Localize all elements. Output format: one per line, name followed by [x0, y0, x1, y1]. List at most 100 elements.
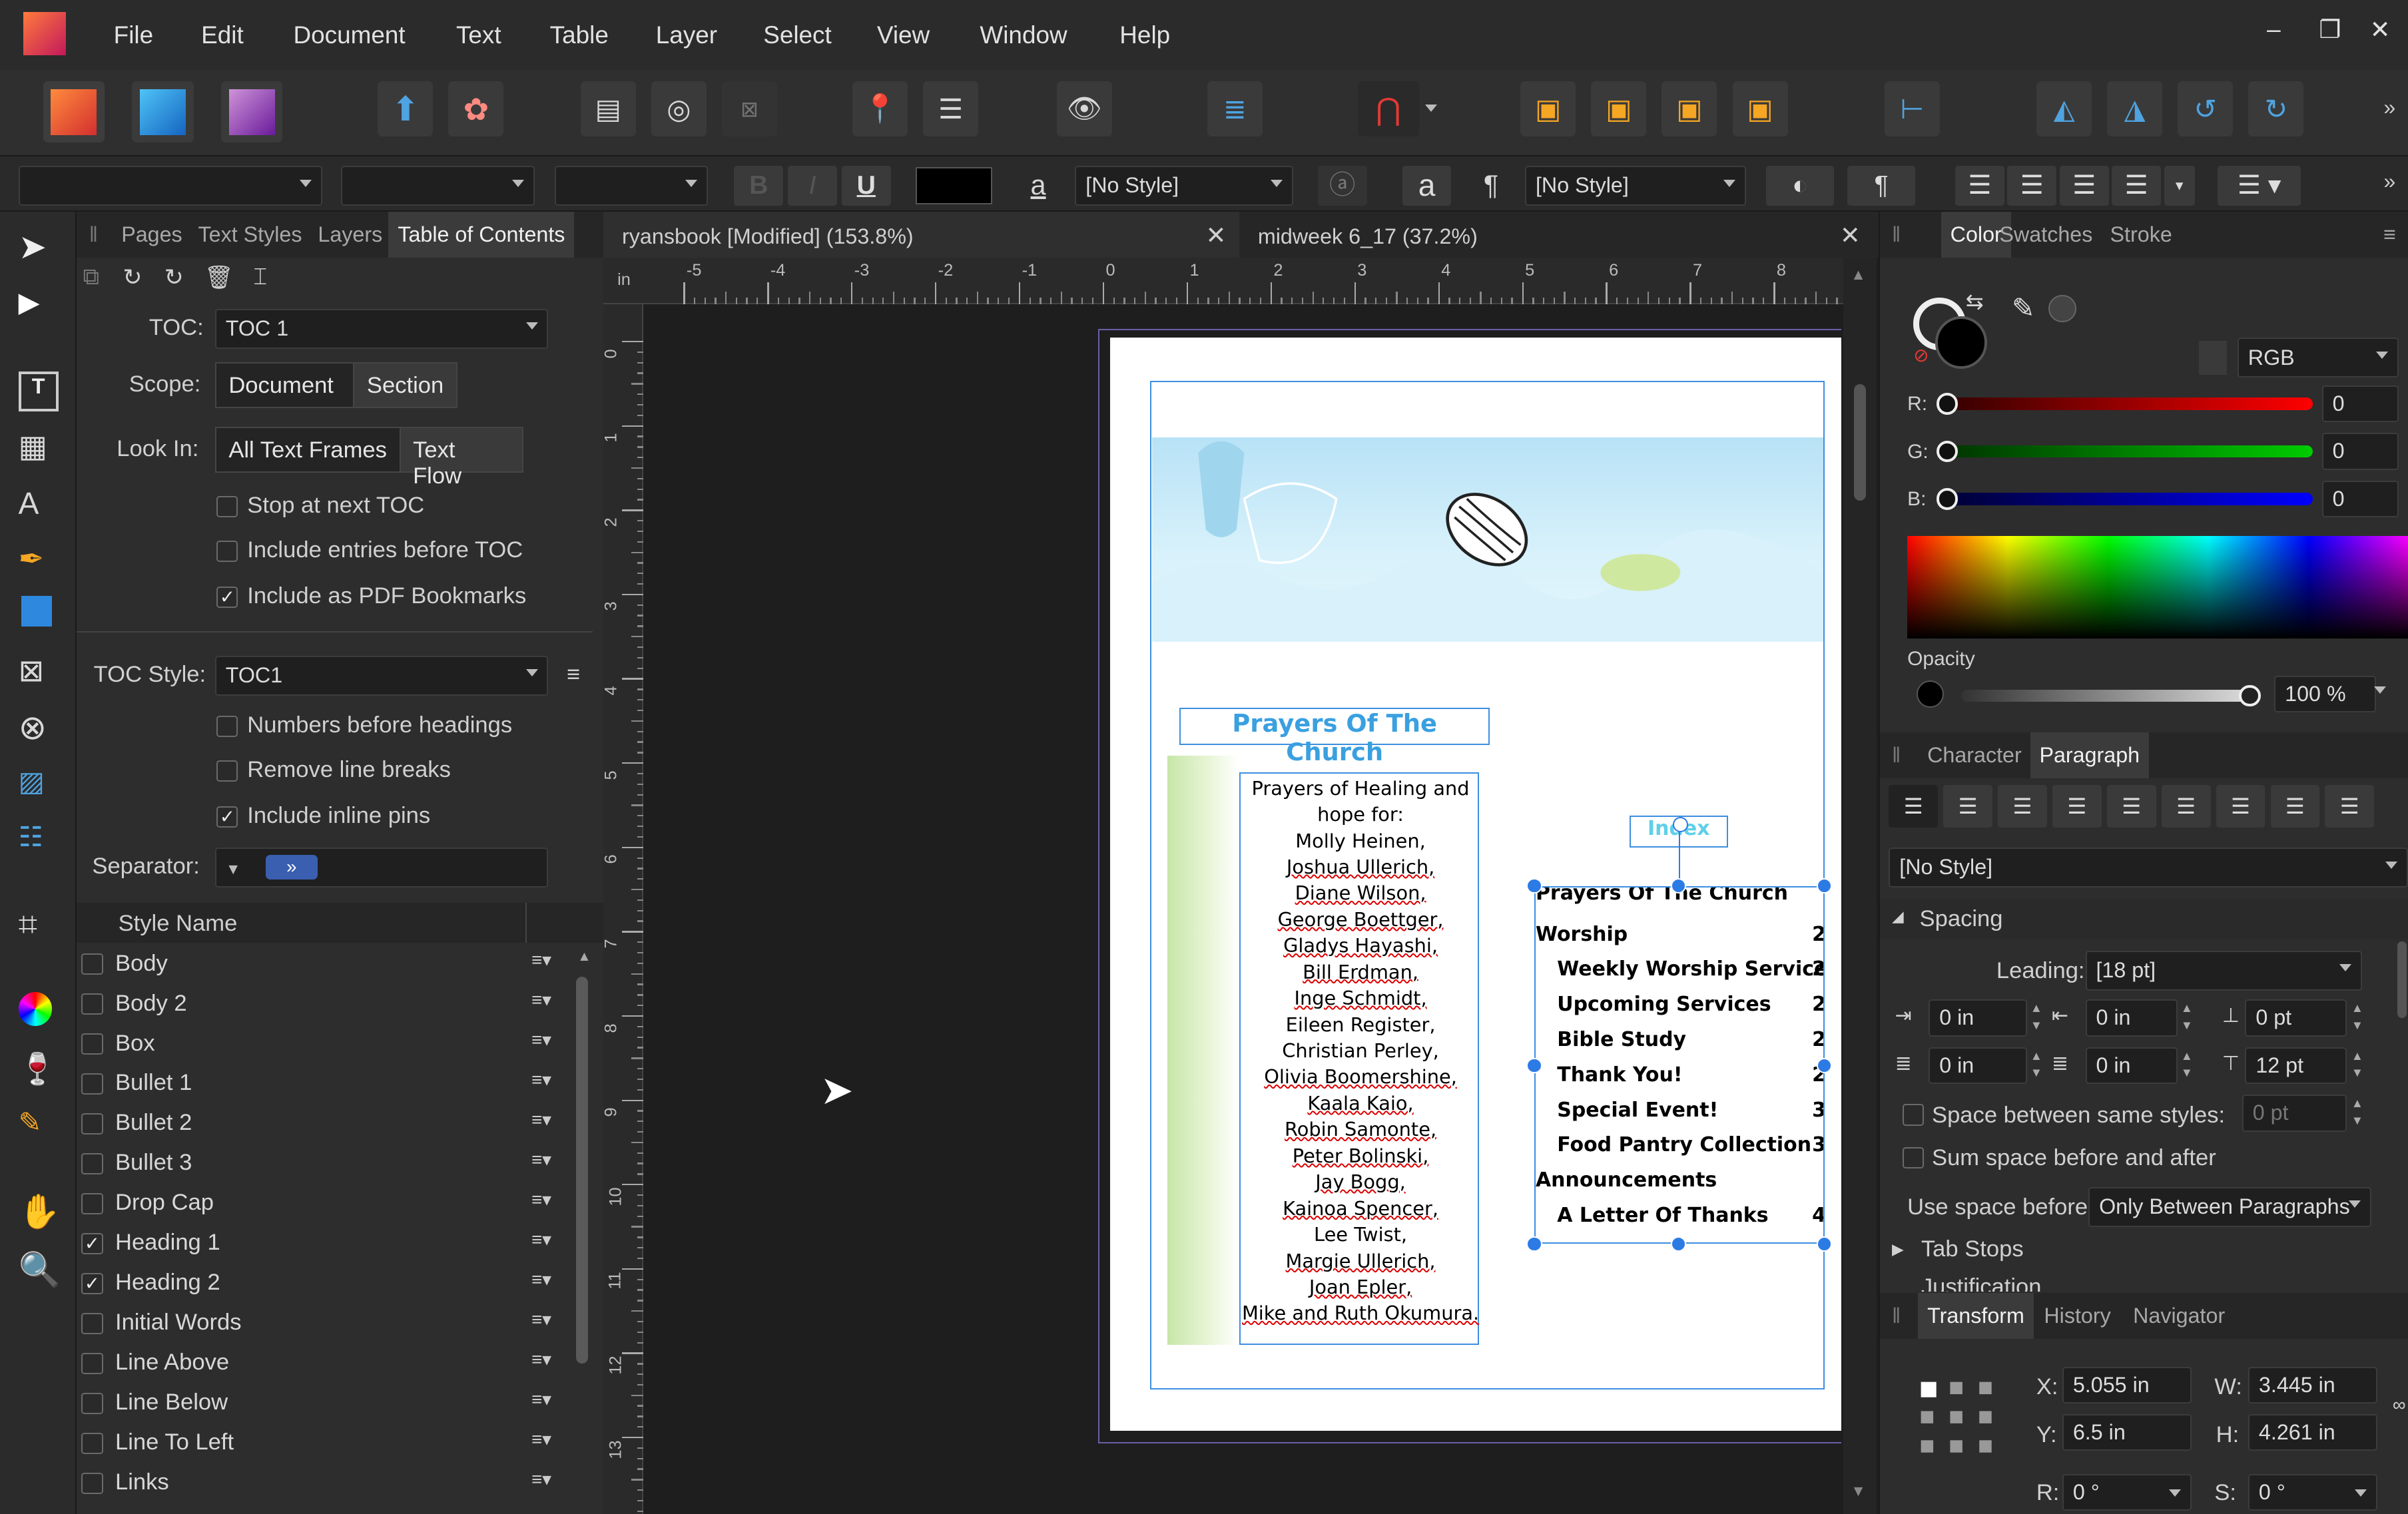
tab-navigator[interactable]: Navigator: [2133, 1304, 2225, 1328]
red-value[interactable]: 0: [2321, 385, 2399, 423]
eyedropper-icon[interactable]: ✎: [2012, 292, 2035, 324]
toc-entry[interactable]: Thank You!: [1557, 1063, 1682, 1087]
snapping-button[interactable]: ⋂: [1357, 81, 1420, 137]
width-field[interactable]: 3.445 in: [2248, 1366, 2377, 1403]
blue-value[interactable]: 0: [2321, 480, 2399, 518]
look-in-text-flow-button[interactable]: Text Flow: [399, 427, 524, 489]
style-menu-icon[interactable]: ≡▾: [531, 1388, 551, 1410]
horizontal-ruler[interactable]: in -5 -4 -3 -2 -1 0 1 2 3 4 5 6 7 8: [603, 258, 1849, 304]
style-checkbox[interactable]: ✓: [81, 1232, 103, 1255]
picture-frame-tool-icon[interactable]: ⊠: [19, 652, 59, 692]
scroll-thumb[interactable]: [2397, 941, 2407, 1019]
style-menu-icon[interactable]: ≡▾: [531, 1148, 551, 1170]
resize-handle-tr[interactable]: [1817, 878, 1833, 894]
space-same-styles-spinner[interactable]: ▲ ▼: [2349, 1095, 2365, 1131]
eyedropper-tool-icon[interactable]: ✎: [19, 1106, 59, 1146]
table-of-contents-tool-icon[interactable]: ☷: [19, 820, 59, 860]
include-inline-pins-checkbox[interactable]: ✓: [216, 806, 238, 828]
rotation-handle[interactable]: [1672, 816, 1688, 832]
style-checkbox[interactable]: [81, 1352, 103, 1375]
para-style-options-button[interactable]: ◐: [1766, 166, 1834, 206]
style-list-row[interactable]: Box ≡▾: [77, 1024, 562, 1064]
scope-document-button[interactable]: Document: [214, 362, 355, 409]
toc-text-frame[interactable]: Prayers Of The ChurchWorship2Weekly Wors…: [1534, 885, 1825, 1244]
green-slider-knob[interactable]: [1936, 440, 1958, 463]
menu-select[interactable]: Select: [763, 21, 832, 49]
style-list-row[interactable]: Bullet 1 ≡▾: [77, 1064, 562, 1104]
toc-entry[interactable]: Prayers Of The Church: [1536, 887, 1788, 905]
frame-text-tool-icon[interactable]: T: [18, 372, 59, 412]
panel-grip-icon[interactable]: ‖: [1892, 1304, 1901, 1328]
include-pdf-bookmarks-checkbox[interactable]: ✓: [216, 587, 238, 609]
baseline-grid-button[interactable]: ≣: [1207, 81, 1263, 137]
vertical-align-button[interactable]: ☰ ▾: [2218, 166, 2301, 206]
toc-entry[interactable]: Bible Study: [1557, 1028, 1686, 1051]
toc-entry[interactable]: Food Pantry Collection: [1557, 1133, 1811, 1156]
scroll-down-icon[interactable]: ▼: [1851, 1482, 1866, 1500]
opacity-slider-knob[interactable]: [2239, 684, 2261, 706]
resize-handle-tl[interactable]: [1526, 878, 1542, 894]
resize-handle-r[interactable]: [1817, 1058, 1833, 1074]
no-color-icon[interactable]: ⊘: [1913, 344, 1929, 366]
prayers-heading[interactable]: Prayers Of The Church: [1179, 708, 1490, 766]
font-size-dropdown[interactable]: [554, 166, 709, 206]
table-tool-icon[interactable]: ▦: [19, 428, 59, 468]
first-line-indent-spinner[interactable]: ▲ ▼: [2028, 1047, 2044, 1084]
align-left-button[interactable]: ☰: [1889, 784, 1939, 828]
justify-left-button[interactable]: ☰: [2052, 784, 2102, 828]
close-window-icon[interactable]: ✕: [2370, 15, 2391, 44]
resize-handle-b[interactable]: [1671, 1236, 1687, 1252]
space-after-field[interactable]: 12 pt: [2245, 1047, 2347, 1085]
tab-layers[interactable]: Layers: [318, 222, 382, 247]
remove-line-breaks-checkbox[interactable]: [216, 760, 238, 782]
tab-table-of-contents[interactable]: Table of Contents: [388, 212, 575, 258]
expand-icon[interactable]: ▶: [1892, 1240, 1904, 1258]
green-value[interactable]: 0: [2321, 433, 2399, 470]
zoom-tool-icon[interactable]: 🔍: [19, 1250, 61, 1290]
flip-horizontal-button[interactable]: ◭: [2036, 81, 2092, 137]
height-field[interactable]: 4.261 in: [2248, 1414, 2377, 1451]
toc-entry[interactable]: Announcements: [1536, 1168, 1717, 1192]
close-tab-icon[interactable]: ✕: [1205, 221, 1226, 250]
align-away-spine-button[interactable]: ☰: [2325, 784, 2375, 828]
style-checkbox[interactable]: [81, 1472, 103, 1494]
tab-character[interactable]: Character: [1927, 743, 2022, 768]
justify-text-button[interactable]: ☰: [2112, 166, 2161, 206]
style-menu-icon[interactable]: ≡▾: [531, 1468, 551, 1490]
align-center-text-button[interactable]: ☰: [2007, 166, 2057, 206]
alignment-dropdown-icon[interactable]: ▾: [2164, 166, 2195, 206]
color-spectrum[interactable]: [1907, 535, 2408, 639]
menu-layer[interactable]: Layer: [656, 21, 717, 49]
style-menu-icon[interactable]: ≡▾: [531, 989, 551, 1011]
style-list-row[interactable]: Bullet 2 ≡▾: [77, 1104, 562, 1144]
page[interactable]: Prayers Of The Church Prayers of Healing…: [1110, 338, 1842, 1431]
style-menu-icon[interactable]: ≡▾: [531, 1268, 551, 1290]
separator-field[interactable]: ▼ »: [214, 848, 549, 888]
rotate-left-button[interactable]: ↺: [2178, 81, 2234, 137]
toc-style-dropdown[interactable]: TOC1: [214, 655, 549, 696]
document-canvas[interactable]: Prayers Of The Church Prayers of Healing…: [645, 305, 1842, 1514]
tab-swatches[interactable]: Swatches: [1999, 222, 2092, 247]
paragraph-style-select[interactable]: [No Style]: [1889, 848, 2408, 888]
toc-dropdown[interactable]: TOC 1: [214, 308, 549, 349]
minimize-icon[interactable]: –: [2267, 15, 2281, 43]
x-field[interactable]: 5.055 in: [2062, 1366, 2192, 1403]
swap-colors-icon[interactable]: ⇆: [1966, 289, 1984, 314]
node-tool-icon[interactable]: ▶: [19, 286, 59, 326]
space-after-spinner[interactable]: ▲ ▼: [2349, 1047, 2365, 1084]
canvas-vertical-scrollbar[interactable]: ▲ ▼: [1843, 258, 1877, 1514]
justify-all-button[interactable]: ☰: [2216, 784, 2265, 828]
stop-at-next-toc-checkbox[interactable]: [216, 495, 238, 518]
space-same-styles-checkbox[interactable]: [1903, 1104, 1925, 1126]
shear-field[interactable]: 0 °: [2248, 1474, 2377, 1511]
tab-stops-section[interactable]: Tab Stops: [1921, 1236, 2024, 1262]
style-checkbox[interactable]: [81, 1192, 103, 1215]
leading-dropdown[interactable]: [18 pt]: [2085, 950, 2362, 991]
style-checkbox[interactable]: [81, 1033, 103, 1055]
color-model-dropdown[interactable]: RGB: [2237, 338, 2399, 378]
designer-persona-button[interactable]: [132, 81, 194, 143]
style-menu-icon[interactable]: ≡▾: [531, 1228, 551, 1250]
justification-section[interactable]: Justification: [1921, 1274, 2042, 1291]
link-dimensions-icon[interactable]: ∞: [2393, 1394, 2406, 1415]
artistic-text-tool-icon[interactable]: A: [19, 485, 59, 525]
